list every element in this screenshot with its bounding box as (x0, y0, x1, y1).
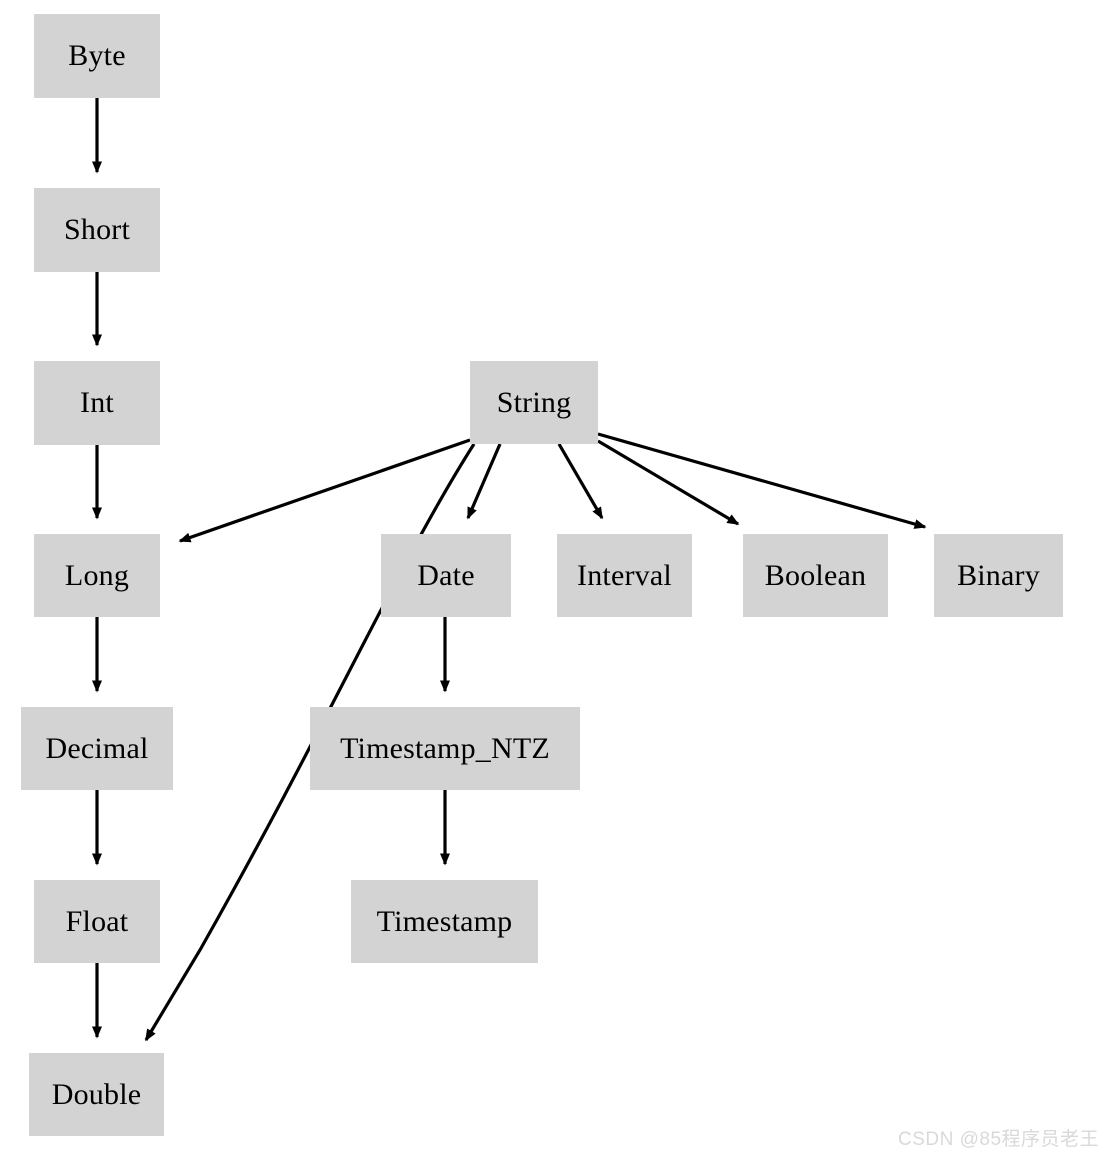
node-decimal[interactable]: Decimal (21, 707, 173, 790)
node-interval[interactable]: Interval (557, 534, 692, 617)
node-binary[interactable]: Binary (934, 534, 1063, 617)
node-long[interactable]: Long (34, 534, 160, 617)
node-byte[interactable]: Byte (34, 14, 160, 98)
node-timestamp_ntz[interactable]: Timestamp_NTZ (310, 707, 580, 790)
edge-string-date (466, 443, 502, 520)
node-float[interactable]: Float (34, 880, 160, 963)
node-date[interactable]: Date (381, 534, 511, 617)
edge-string-long (178, 438, 471, 543)
node-short[interactable]: Short (34, 188, 160, 272)
node-int[interactable]: Int (34, 361, 160, 445)
edge-string-boolean (597, 439, 740, 526)
edge-string-binary (597, 432, 927, 529)
node-string[interactable]: String (470, 361, 598, 444)
node-timestamp[interactable]: Timestamp (351, 880, 538, 963)
diagram-canvas: Byte Short Int Long Decimal Float Double String… (0, 0, 1106, 1159)
edge-string-interval (557, 443, 604, 520)
node-double[interactable]: Double (29, 1053, 164, 1136)
node-boolean[interactable]: Boolean (743, 534, 888, 617)
watermark: CSDN @85程序员老王 (898, 1129, 1100, 1150)
